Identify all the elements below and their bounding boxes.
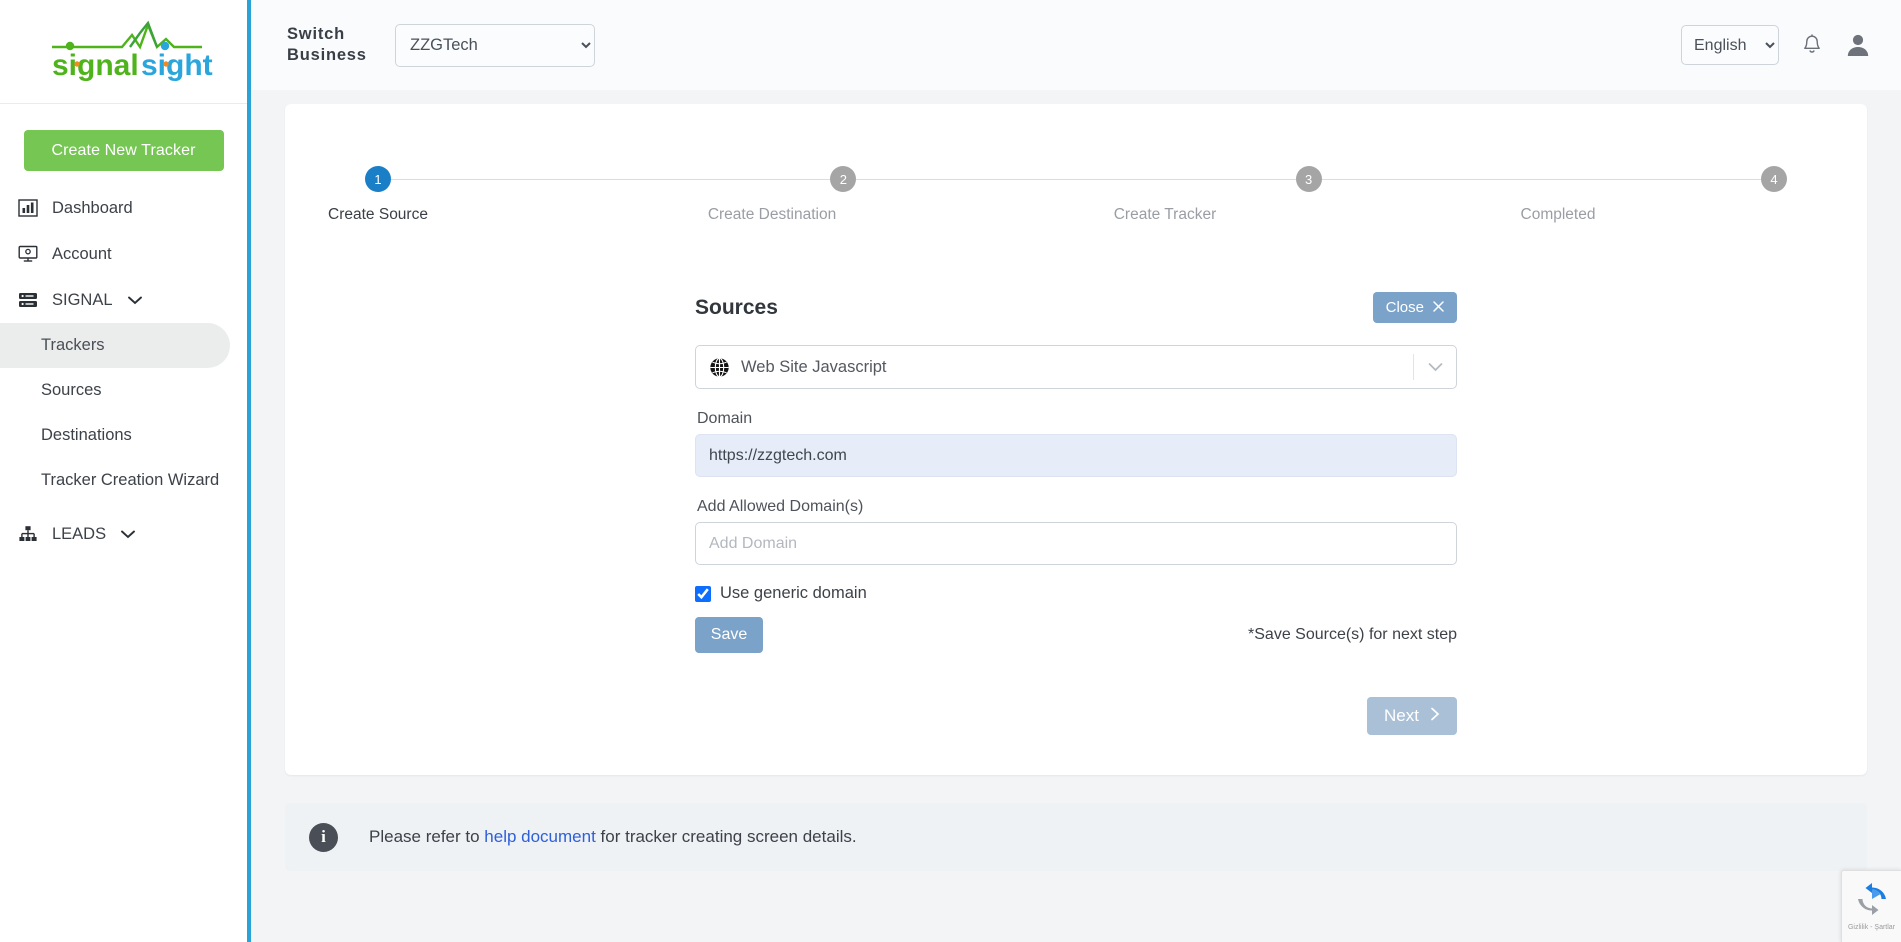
info-circle-icon: i (309, 822, 338, 852)
allowed-domains-input[interactable] (695, 522, 1457, 565)
close-button[interactable]: Close (1372, 292, 1457, 323)
sidebar-item-sources[interactable]: Sources (0, 368, 247, 413)
server-icon (16, 289, 40, 311)
stepper-step-3[interactable]: 3 (1295, 166, 1322, 192)
allowed-domains-label: Add Allowed Domain(s) (697, 498, 864, 515)
sidebar-item-label: LEADS (52, 524, 107, 543)
switch-business-label-line1: Switch (287, 25, 345, 43)
sidebar-item-trackers[interactable]: Trackers (0, 323, 230, 368)
globe-icon (709, 357, 730, 378)
wizard-card: 1 2 3 4 Create Source Create Destination… (285, 104, 1867, 775)
language-select[interactable]: English (1681, 25, 1779, 65)
stepper-bubble[interactable]: 1 (365, 166, 391, 192)
top-header: Switch Business ZZGTech English (251, 0, 1901, 90)
stepper-bubble[interactable]: 3 (1295, 166, 1322, 192)
stepper-track: 1 2 3 4 (365, 164, 1787, 194)
stepper-step-1[interactable]: 1 (365, 166, 391, 192)
sidebar-item-account[interactable]: Account (0, 231, 247, 277)
switch-business-label: Switch Business (287, 24, 383, 66)
chart-bar-icon (16, 197, 40, 219)
chevron-down-icon[interactable] (127, 295, 143, 306)
svg-text:signal: signal (52, 49, 139, 82)
sidebar-item-label: SIGNAL (52, 290, 113, 309)
recaptcha-icon (1855, 882, 1889, 921)
domain-label: Domain (697, 410, 753, 427)
close-x-icon (1433, 299, 1444, 316)
save-row: Save *Save Source(s) for next step (695, 617, 1457, 653)
recaptcha-badge[interactable]: Gizlilik - Şartlar (1841, 870, 1901, 942)
next-row: Next (695, 697, 1457, 735)
use-generic-domain-checkbox[interactable] (695, 585, 711, 602)
sidebar-item-label: Tracker Creation Wizard (41, 471, 220, 489)
use-generic-domain-label[interactable]: Use generic domain (720, 584, 867, 603)
sitemap-icon (16, 523, 40, 545)
sidebar-item-destinations[interactable]: Destinations (0, 413, 247, 458)
stepper-connector (391, 178, 831, 180)
source-type-select[interactable]: Web Site Javascript (695, 345, 1457, 389)
business-select[interactable]: ZZGTech (395, 23, 595, 67)
svg-text:sight: sight (141, 49, 213, 82)
chevron-down-icon[interactable] (1414, 362, 1456, 372)
info-banner-text: Please refer to help document for tracke… (369, 827, 857, 847)
sidebar-item-label: Sources (41, 381, 102, 399)
stepper-label-1: Create Source (328, 206, 428, 223)
sidebar-item-label: Trackers (41, 336, 105, 354)
sidebar-group-leads[interactable]: LEADS (0, 511, 247, 557)
save-button[interactable]: Save (695, 617, 763, 653)
top-header-right: English (1681, 25, 1871, 65)
sidebar-item-label: Destinations (41, 426, 132, 444)
source-type-value: Web Site Javascript (741, 357, 887, 376)
chevron-right-icon (1430, 706, 1440, 726)
signalsight-logo[interactable]: signal sight (26, 17, 222, 87)
logo-container: signal sight (0, 0, 247, 104)
info-text-before: Please refer to (369, 827, 485, 846)
save-note: *Save Source(s) for next step (1248, 626, 1457, 643)
use-generic-domain-row[interactable]: Use generic domain (695, 584, 1457, 603)
stepper-label-2: Create Destination (707, 206, 837, 223)
stepper-step-4[interactable]: 4 (1760, 166, 1787, 192)
create-new-tracker-button[interactable]: Create New Tracker (23, 130, 224, 171)
stepper-step-2[interactable]: 2 (830, 166, 857, 192)
next-button-label: Next (1384, 706, 1419, 725)
notification-bell-icon[interactable] (1801, 33, 1823, 57)
wizard-stepper: 1 2 3 4 Create Source Create Destination… (328, 164, 1787, 244)
app-root: signal sight Create New Tracker Dashboar… (0, 0, 1901, 942)
info-text-after: for tracker creating screen details. (595, 827, 857, 846)
sidebar-group-signal[interactable]: SIGNAL (0, 277, 247, 323)
sidebar-item-tracker-creation-wizard[interactable]: Tracker Creation Wizard (0, 458, 247, 503)
next-button[interactable]: Next (1367, 697, 1457, 735)
sidebar-item-label: Account (52, 244, 112, 263)
source-form: Sources Close Web Site Javascript Domain… (695, 292, 1457, 735)
chevron-down-icon[interactable] (120, 529, 136, 540)
stepper-connector (1321, 178, 1761, 180)
close-button-label: Close (1385, 299, 1424, 316)
stepper-bubble[interactable]: 4 (1760, 166, 1787, 192)
stepper-connector (856, 178, 1296, 180)
form-header: Sources Close (695, 292, 1457, 323)
user-avatar-icon[interactable] (1845, 32, 1871, 58)
info-banner: i Please refer to help document for trac… (285, 803, 1867, 871)
stepper-label-3: Create Tracker (1113, 206, 1217, 223)
domain-input[interactable] (695, 434, 1457, 477)
sidebar-item-label: Dashboard (52, 198, 133, 217)
page-title: Sources (695, 295, 778, 319)
stepper-label-4: Completed (1520, 206, 1596, 223)
switch-business-label-line2: Business (287, 46, 367, 64)
main-area: Switch Business ZZGTech English 1 2 3 4 … (251, 0, 1901, 942)
stepper-bubble[interactable]: 2 (830, 166, 857, 192)
help-document-link[interactable]: help document (484, 827, 596, 846)
sidebar-item-dashboard[interactable]: Dashboard (0, 185, 247, 231)
sidebar: signal sight Create New Tracker Dashboar… (0, 0, 251, 942)
monitor-icon (16, 243, 40, 265)
sidebar-nav: Dashboard Account SIGNAL Trackers Source… (0, 185, 247, 557)
recaptcha-text: Gizlilik - Şartlar (1847, 924, 1896, 931)
